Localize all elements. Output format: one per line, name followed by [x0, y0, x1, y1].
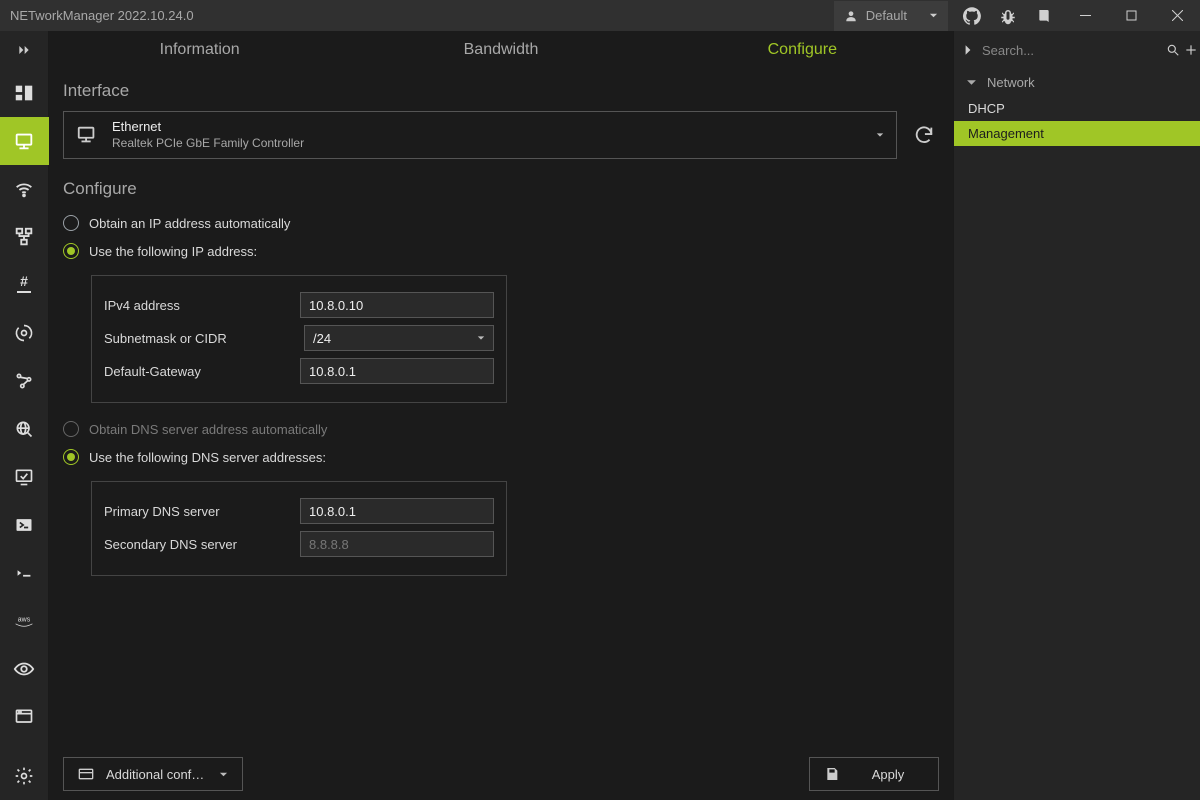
- apply-label: Apply: [852, 767, 924, 782]
- apply-button[interactable]: Apply: [809, 757, 939, 791]
- titlebar: NETworkManager 2022.10.24.0 Default: [0, 0, 1200, 31]
- refresh-button[interactable]: [909, 120, 939, 150]
- svg-text:aws: aws: [18, 617, 31, 624]
- radio-dns-manual-label: Use the following DNS server addresses:: [89, 450, 326, 465]
- ip-fields: IPv4 address Subnetmask or CIDR /24 Defa…: [91, 275, 507, 403]
- rail-expand[interactable]: [0, 31, 48, 69]
- profile-label: Default: [866, 8, 907, 23]
- category-network[interactable]: Network: [954, 69, 1200, 96]
- ipv4-input[interactable]: [300, 292, 494, 318]
- app-title: NETworkManager 2022.10.24.0: [10, 8, 194, 23]
- interface-select[interactable]: Ethernet Realtek PCIe GbE Family Control…: [63, 111, 897, 159]
- add-icon[interactable]: [1184, 43, 1198, 57]
- rail-web-console[interactable]: [0, 693, 49, 741]
- rail-dns-lookup[interactable]: [0, 405, 49, 453]
- rail-powershell[interactable]: [0, 501, 49, 549]
- rail-remote-desktop[interactable]: [0, 453, 49, 501]
- tab-information[interactable]: Information: [49, 31, 350, 69]
- rail-aws[interactable]: aws: [0, 597, 49, 645]
- dns-secondary-input[interactable]: [300, 531, 494, 557]
- search-icon[interactable]: [1166, 43, 1180, 57]
- rail-ping-monitor[interactable]: [0, 309, 49, 357]
- tab-bandwidth[interactable]: Bandwidth: [350, 31, 651, 69]
- radio-ip-manual-label: Use the following IP address:: [89, 244, 257, 259]
- dns-primary-input[interactable]: [300, 498, 494, 524]
- dns-primary-label: Primary DNS server: [104, 504, 300, 519]
- subnet-label: Subnetmask or CIDR: [104, 331, 304, 346]
- radio-selected-icon: [63, 449, 79, 465]
- rail-dashboard[interactable]: [0, 69, 49, 117]
- user-icon: [844, 9, 858, 23]
- right-panel: Network DHCP Management: [953, 31, 1200, 800]
- additional-config-button[interactable]: Additional config...: [63, 757, 243, 791]
- rail-putty[interactable]: [0, 549, 49, 597]
- dns-secondary-label: Secondary DNS server: [104, 537, 300, 552]
- gateway-label: Default-Gateway: [104, 364, 300, 379]
- profile-item-dhcp[interactable]: DHCP: [954, 96, 1200, 121]
- collapse-panel-icon[interactable]: [962, 44, 974, 56]
- monitor-icon: [76, 124, 98, 146]
- tab-configure[interactable]: Configure: [652, 31, 953, 69]
- docs-link[interactable]: [1026, 0, 1062, 31]
- profile-dropdown[interactable]: Default: [834, 1, 948, 31]
- rail-ip-scanner[interactable]: [0, 213, 49, 261]
- rail-settings[interactable]: [0, 752, 49, 800]
- github-link[interactable]: [954, 0, 990, 31]
- search-input[interactable]: [978, 37, 1162, 63]
- interface-desc: Realtek PCIe GbE Family Controller: [112, 136, 304, 151]
- subnet-select[interactable]: /24: [304, 325, 494, 351]
- gateway-input[interactable]: [300, 358, 494, 384]
- category-label: Network: [987, 75, 1035, 90]
- dns-fields: Primary DNS server Secondary DNS server: [91, 481, 507, 576]
- rail-traceroute[interactable]: [0, 357, 49, 405]
- additional-config-label: Additional config...: [106, 767, 207, 782]
- interface-name: Ethernet: [112, 119, 304, 135]
- chevron-down-icon: [929, 11, 938, 20]
- window-close[interactable]: [1154, 0, 1200, 31]
- radio-ip-auto[interactable]: Obtain an IP address automatically: [63, 215, 939, 231]
- tabstrip: Information Bandwidth Configure: [49, 31, 953, 69]
- profile-item-management[interactable]: Management: [954, 121, 1200, 146]
- window-minimize[interactable]: [1062, 0, 1108, 31]
- nav-rail: # aws: [0, 31, 49, 800]
- radio-icon: [63, 215, 79, 231]
- chevron-down-icon: [966, 77, 977, 88]
- radio-icon: [63, 421, 79, 437]
- rail-tigervnc[interactable]: [0, 645, 49, 693]
- window-maximize[interactable]: [1108, 0, 1154, 31]
- radio-selected-icon: [63, 243, 79, 259]
- chevron-down-icon: [477, 334, 485, 342]
- radio-dns-manual[interactable]: Use the following DNS server addresses:: [63, 449, 939, 465]
- radio-ip-manual[interactable]: Use the following IP address:: [63, 243, 939, 259]
- chevron-down-icon: [876, 131, 884, 139]
- chevron-down-icon: [219, 770, 228, 779]
- svg-text:#: #: [20, 273, 28, 289]
- radio-dns-auto[interactable]: Obtain DNS server address automatically: [63, 421, 939, 437]
- save-icon: [824, 766, 840, 782]
- ipv4-label: IPv4 address: [104, 298, 300, 313]
- bug-link[interactable]: [990, 0, 1026, 31]
- subnet-value: /24: [313, 331, 331, 346]
- card-icon: [78, 767, 94, 781]
- rail-network-interface[interactable]: [0, 117, 49, 165]
- rail-port-scanner[interactable]: #: [0, 261, 49, 309]
- radio-ip-auto-label: Obtain an IP address automatically: [89, 216, 290, 231]
- configure-heading: Configure: [63, 179, 939, 199]
- rail-wifi[interactable]: [0, 165, 49, 213]
- radio-dns-auto-label: Obtain DNS server address automatically: [89, 422, 327, 437]
- interface-heading: Interface: [63, 81, 939, 101]
- footer: Additional config... Apply: [49, 748, 953, 800]
